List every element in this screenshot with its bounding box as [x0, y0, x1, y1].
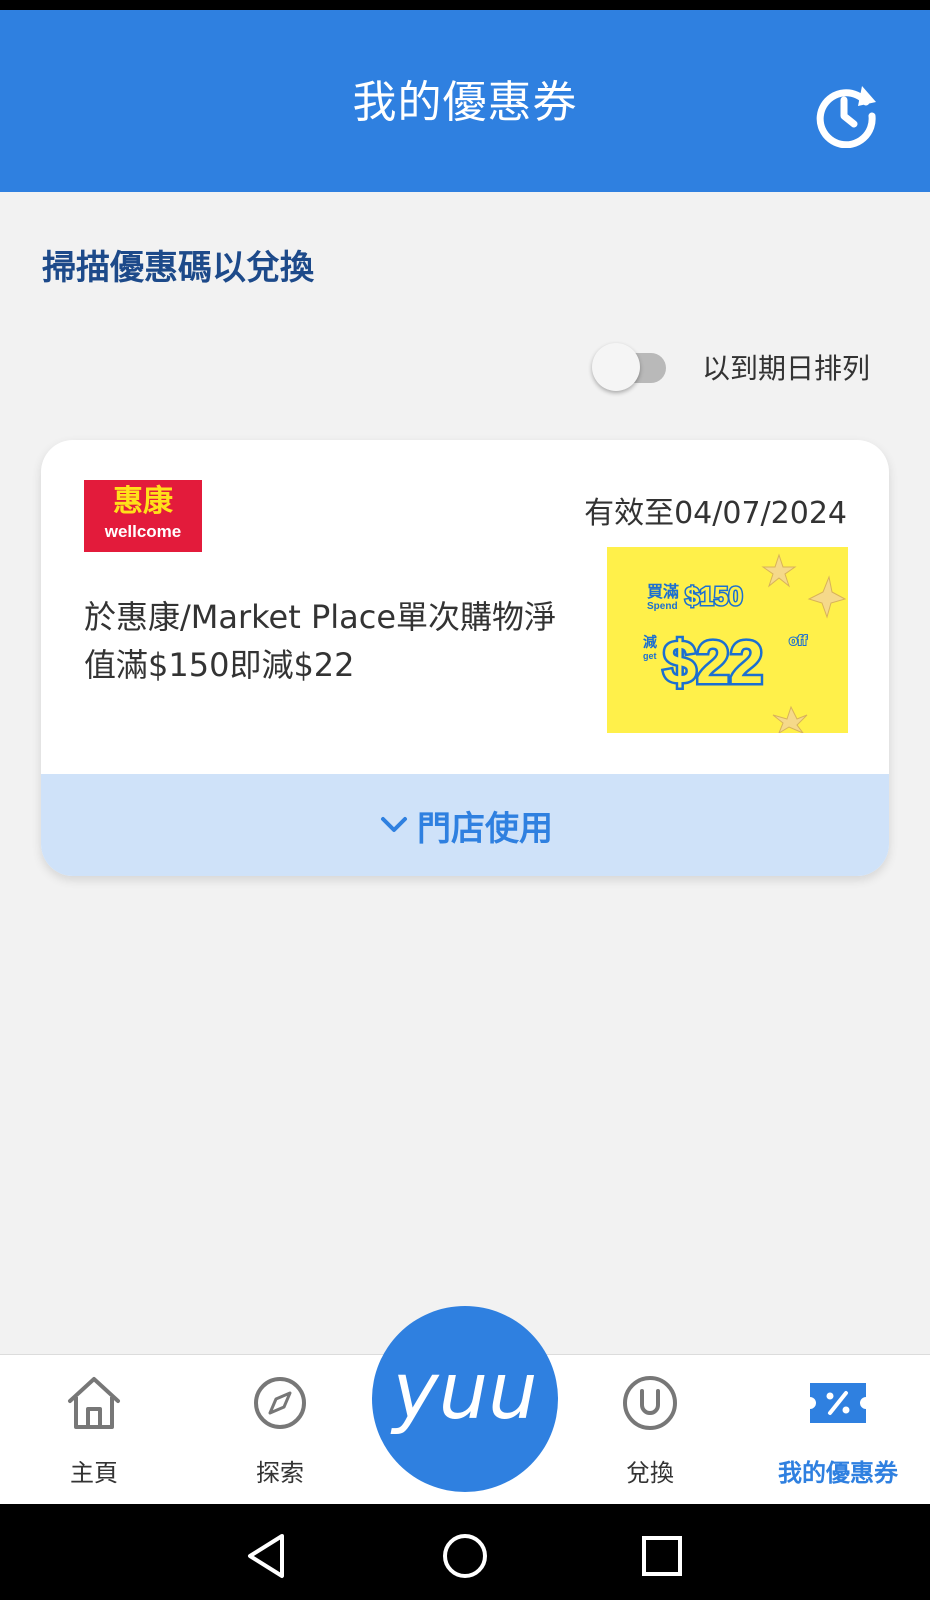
compass-icon: [254, 1377, 306, 1429]
sort-row: 以到期日排列: [591, 342, 870, 392]
promo-line1-zh: 買滿: [647, 582, 679, 601]
promo-image: 買滿 Spend $150 減 get $22 off: [607, 547, 848, 733]
nav-item-explore[interactable]: 探索: [200, 1355, 360, 1505]
history-icon: [816, 86, 876, 149]
nav-item-redeem[interactable]: 兌換: [570, 1355, 730, 1505]
status-bar: [0, 0, 930, 10]
page-title: 我的優惠券: [352, 77, 578, 128]
coupon-icon: [810, 1383, 866, 1423]
sort-label: 以到期日排列: [701, 352, 870, 385]
sort-by-expiry-toggle[interactable]: [591, 342, 672, 392]
yuu-logo-text: yuu: [390, 1347, 537, 1437]
promo-line2-zh: 減: [643, 634, 657, 651]
chevron-down-icon: [381, 817, 407, 832]
promo-line2-en: get: [643, 651, 657, 661]
nav-item-my-coupons[interactable]: 我的優惠券: [758, 1355, 918, 1505]
redeem-icon: [623, 1376, 677, 1430]
home-icon: [68, 1377, 120, 1429]
recents-icon[interactable]: [634, 1528, 690, 1584]
promo-get-amount: $22: [663, 629, 763, 696]
yuu-logo: yuu: [390, 1347, 537, 1437]
promo-line1-en: Spend: [647, 601, 678, 612]
wellcome-logo: 惠康 wellcome: [84, 480, 202, 552]
toggle-thumb: [591, 343, 640, 391]
brand-logo-zh: 惠康: [113, 484, 173, 519]
nav-label-home: 主頁: [70, 1459, 118, 1487]
promo-off-label: off: [789, 632, 807, 648]
coupon-card[interactable]: 惠康 wellcome 有效至04/07/2024 於惠康/Market Pla…: [41, 440, 889, 876]
history-button[interactable]: [812, 80, 880, 149]
valid-until-date: 有效至04/07/2024: [584, 496, 847, 531]
system-nav-bar: [0, 1504, 930, 1600]
promo-spend-amount: $150: [685, 581, 743, 611]
nav-item-home[interactable]: 主頁: [14, 1355, 174, 1505]
use-in-store-label: 門店使用: [417, 808, 553, 849]
brand-logo-en: wellcome: [104, 522, 182, 541]
home-system-icon[interactable]: [437, 1528, 493, 1584]
back-icon[interactable]: [238, 1528, 294, 1584]
nav-label-explore: 探索: [256, 1459, 304, 1487]
scan-section-title: 掃描優惠碼以兌換: [42, 248, 314, 288]
nav-label-redeem: 兌換: [626, 1459, 674, 1487]
main-content: 掃描優惠碼以兌換 以到期日排列 惠康 wellcome 有效至04/07/202…: [0, 192, 930, 1354]
app-header: 我的優惠券: [0, 10, 930, 192]
coupon-description: 於惠康/Market Place單次購物淨值滿$150即減$22: [84, 598, 557, 684]
yuu-center-button[interactable]: yuu: [372, 1306, 558, 1492]
nav-label-my-coupons: 我的優惠券: [778, 1459, 898, 1487]
use-in-store-button[interactable]: 門店使用: [41, 774, 889, 876]
